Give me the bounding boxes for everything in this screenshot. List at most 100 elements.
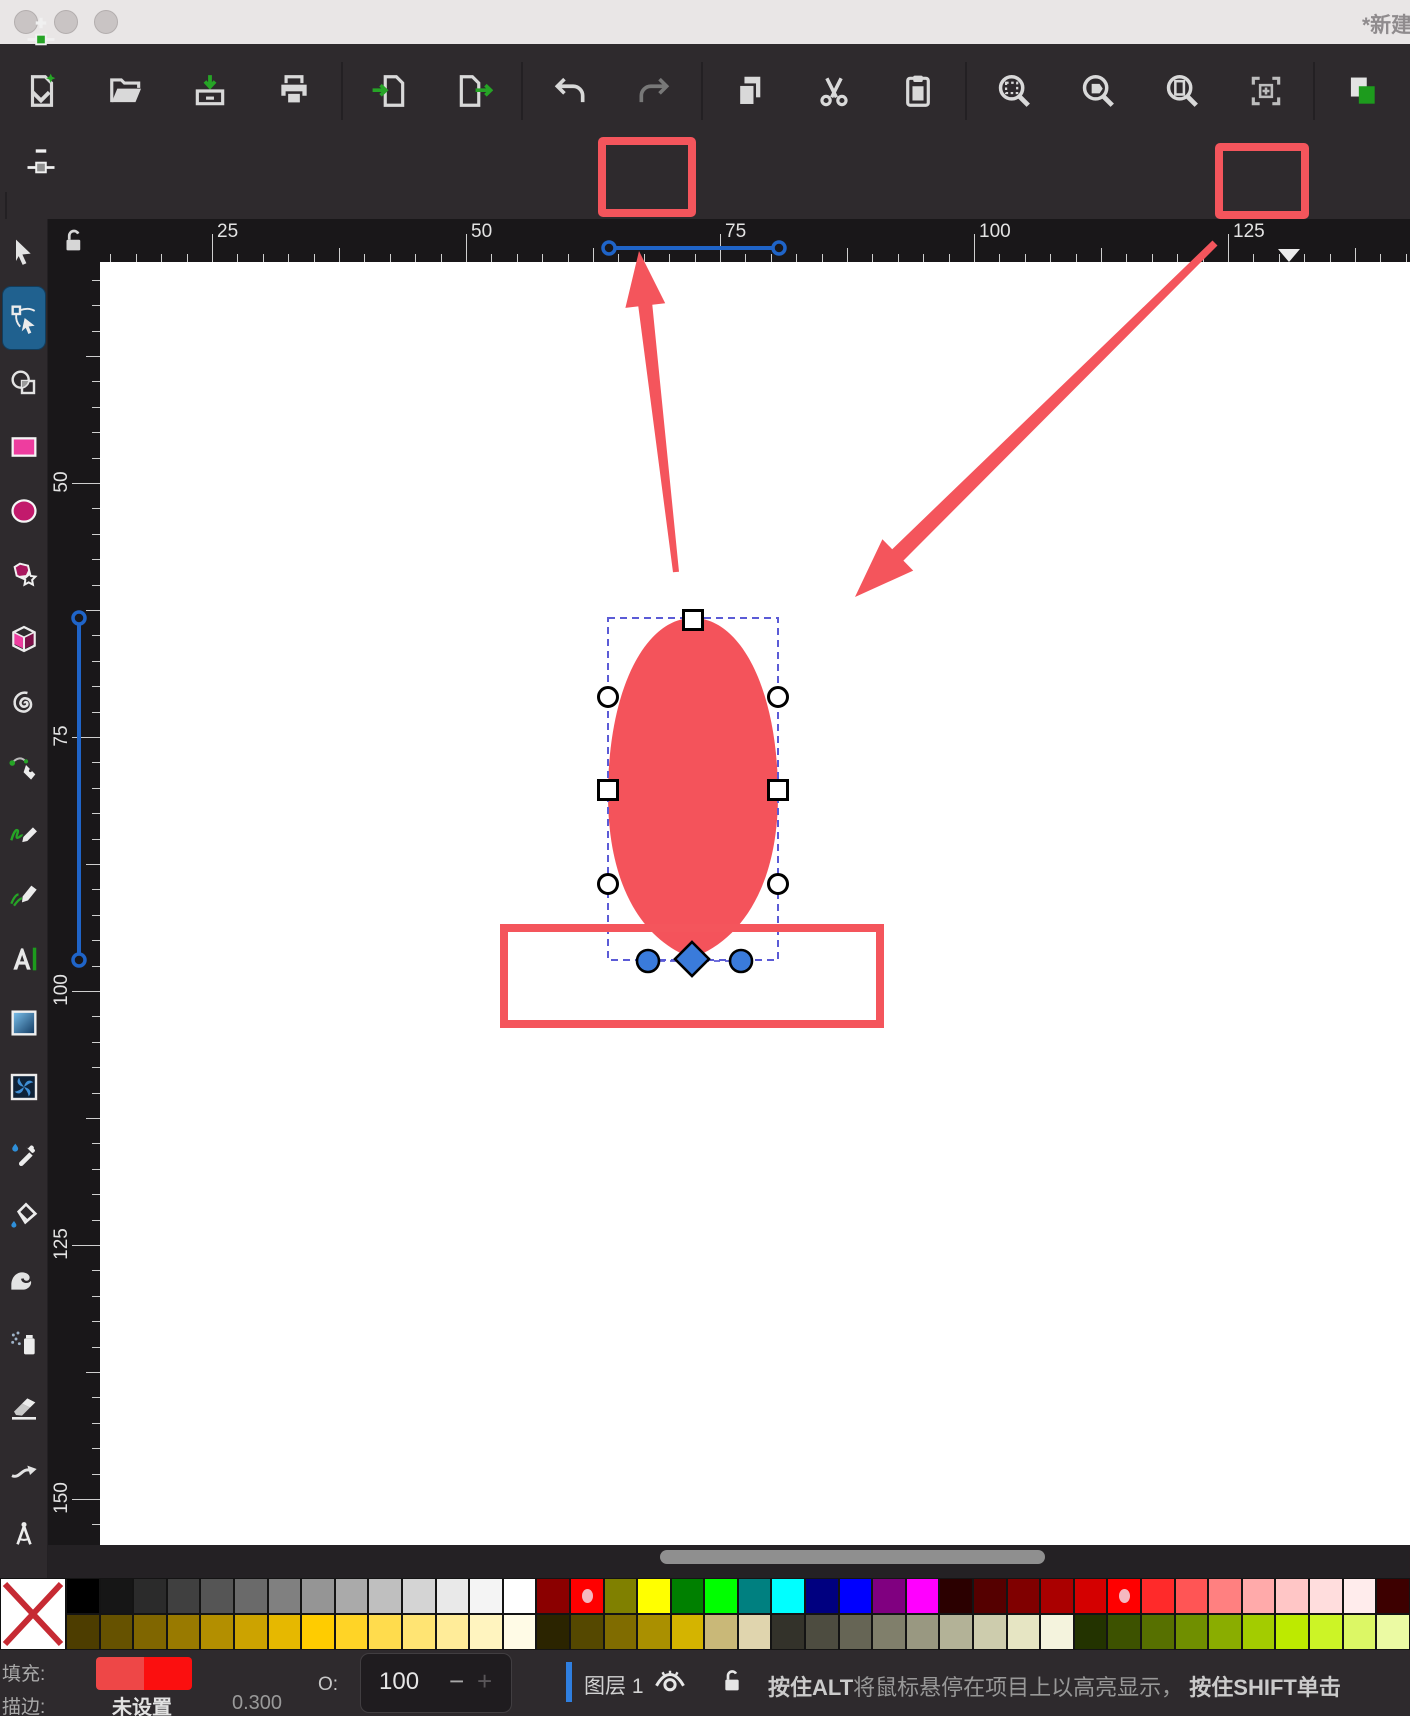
color-swatch[interactable] bbox=[771, 1578, 805, 1614]
print-document-icon[interactable] bbox=[252, 56, 336, 126]
color-swatch[interactable] bbox=[436, 1578, 470, 1614]
color-swatch[interactable] bbox=[234, 1614, 268, 1650]
zoom-page-icon[interactable] bbox=[1140, 56, 1224, 126]
cut-icon[interactable] bbox=[792, 56, 876, 126]
stroke-value[interactable]: 未设置 bbox=[112, 1691, 172, 1716]
color-swatch[interactable] bbox=[200, 1614, 234, 1650]
horizontal-ruler[interactable]: 255075100125 bbox=[100, 219, 1410, 262]
color-swatch[interactable] bbox=[368, 1614, 402, 1650]
color-swatch[interactable] bbox=[503, 1614, 537, 1650]
open-folder-icon[interactable] bbox=[84, 56, 168, 126]
color-swatch[interactable] bbox=[1107, 1578, 1141, 1614]
color-swatch[interactable] bbox=[1376, 1578, 1410, 1614]
color-swatch[interactable] bbox=[671, 1578, 705, 1614]
color-swatch[interactable] bbox=[939, 1614, 973, 1650]
color-swatch[interactable] bbox=[704, 1614, 738, 1650]
color-swatch[interactable] bbox=[704, 1578, 738, 1614]
tweak-tool-icon[interactable] bbox=[3, 1248, 45, 1310]
calligraphy-tool-icon[interactable] bbox=[3, 864, 45, 926]
color-swatch[interactable] bbox=[268, 1578, 302, 1614]
layer-selector[interactable]: 图层 1 bbox=[584, 1670, 644, 1700]
color-swatch[interactable] bbox=[1343, 1578, 1377, 1614]
color-swatch[interactable] bbox=[671, 1614, 705, 1650]
import-document-icon[interactable] bbox=[348, 56, 432, 126]
shape-builder-icon[interactable] bbox=[3, 352, 45, 414]
zoom-selection-icon[interactable] bbox=[972, 56, 1056, 126]
opacity-value[interactable]: 100 bbox=[379, 1668, 419, 1696]
color-swatch[interactable] bbox=[1208, 1578, 1242, 1614]
color-swatch[interactable] bbox=[402, 1614, 436, 1650]
layer-visibility-eye-icon[interactable] bbox=[652, 1664, 688, 1700]
color-swatch[interactable] bbox=[402, 1578, 436, 1614]
color-swatch[interactable] bbox=[1376, 1614, 1410, 1650]
color-swatch[interactable] bbox=[66, 1578, 100, 1614]
bucket-tool-icon[interactable] bbox=[3, 1184, 45, 1246]
node-tool-icon[interactable] bbox=[2, 286, 46, 350]
copy-icon[interactable] bbox=[708, 56, 792, 126]
save-document-icon[interactable] bbox=[168, 56, 252, 126]
star-tool-icon[interactable] bbox=[3, 544, 45, 606]
color-swatch[interactable] bbox=[1242, 1578, 1276, 1614]
color-swatch[interactable] bbox=[335, 1614, 369, 1650]
export-document-icon[interactable] bbox=[432, 56, 516, 126]
color-swatch[interactable] bbox=[368, 1578, 402, 1614]
rect-tool-icon[interactable] bbox=[3, 416, 45, 478]
color-swatch[interactable] bbox=[268, 1614, 302, 1650]
color-swatch[interactable] bbox=[604, 1614, 638, 1650]
color-swatch[interactable] bbox=[469, 1614, 503, 1650]
gradient-tool-icon[interactable] bbox=[3, 992, 45, 1054]
insert-node-icon[interactable] bbox=[0, 0, 82, 64]
pen-tool-icon[interactable] bbox=[3, 736, 45, 798]
vertical-ruler[interactable]: 5075100125150 bbox=[48, 262, 100, 1545]
selector-icon[interactable] bbox=[3, 222, 45, 284]
color-swatch[interactable] bbox=[1242, 1614, 1276, 1650]
layer-lock-icon[interactable] bbox=[716, 1665, 748, 1697]
color-swatch[interactable] bbox=[1309, 1578, 1343, 1614]
measure-tool-icon[interactable] bbox=[3, 1504, 45, 1566]
connector-tool-icon[interactable] bbox=[3, 1440, 45, 1502]
color-swatch[interactable] bbox=[1175, 1578, 1209, 1614]
opacity-decrease-button[interactable]: − bbox=[449, 1666, 464, 1697]
color-swatch[interactable] bbox=[1309, 1614, 1343, 1650]
color-swatch[interactable] bbox=[167, 1578, 201, 1614]
opacity-spinner[interactable]: 100 − + bbox=[360, 1653, 512, 1713]
opacity-increase-button[interactable]: + bbox=[477, 1666, 492, 1697]
color-swatch[interactable] bbox=[906, 1614, 940, 1650]
color-swatch[interactable] bbox=[939, 1578, 973, 1614]
color-swatch[interactable] bbox=[1175, 1614, 1209, 1650]
delete-node-icon[interactable] bbox=[0, 128, 82, 192]
zoom-fit-icon[interactable] bbox=[1224, 56, 1308, 126]
color-swatch[interactable] bbox=[1074, 1614, 1108, 1650]
color-swatch[interactable] bbox=[469, 1578, 503, 1614]
color-swatch[interactable] bbox=[536, 1578, 570, 1614]
color-swatch[interactable] bbox=[973, 1614, 1007, 1650]
spray-tool-icon[interactable] bbox=[3, 1312, 45, 1374]
color-swatch[interactable] bbox=[234, 1578, 268, 1614]
horizontal-scrollbar-thumb[interactable] bbox=[660, 1550, 1045, 1564]
color-swatch[interactable] bbox=[335, 1578, 369, 1614]
fill-color-swatch[interactable] bbox=[96, 1657, 192, 1690]
ellipse-tool-icon[interactable] bbox=[3, 480, 45, 542]
ruler-lock-icon[interactable] bbox=[48, 219, 100, 262]
color-swatch[interactable] bbox=[738, 1578, 772, 1614]
clone-icon[interactable] bbox=[1404, 56, 1410, 126]
eraser-tool-icon[interactable] bbox=[3, 1376, 45, 1438]
color-swatch[interactable] bbox=[839, 1578, 873, 1614]
color-swatch[interactable] bbox=[637, 1614, 671, 1650]
color-swatch[interactable] bbox=[570, 1614, 604, 1650]
color-swatch[interactable] bbox=[100, 1614, 134, 1650]
color-swatch[interactable] bbox=[436, 1614, 470, 1650]
color-swatch[interactable] bbox=[1040, 1614, 1074, 1650]
color-swatch[interactable] bbox=[771, 1614, 805, 1650]
color-swatch[interactable] bbox=[1343, 1614, 1377, 1650]
color-swatch[interactable] bbox=[570, 1578, 604, 1614]
color-swatch[interactable] bbox=[133, 1578, 167, 1614]
color-swatch[interactable] bbox=[872, 1578, 906, 1614]
dropper-tool-icon[interactable] bbox=[3, 1120, 45, 1182]
color-swatch[interactable] bbox=[839, 1614, 873, 1650]
duplicate-icon[interactable] bbox=[1320, 56, 1404, 126]
color-swatch[interactable] bbox=[167, 1614, 201, 1650]
color-swatch[interactable] bbox=[1275, 1614, 1309, 1650]
color-swatch[interactable] bbox=[973, 1578, 1007, 1614]
color-swatch[interactable] bbox=[604, 1578, 638, 1614]
